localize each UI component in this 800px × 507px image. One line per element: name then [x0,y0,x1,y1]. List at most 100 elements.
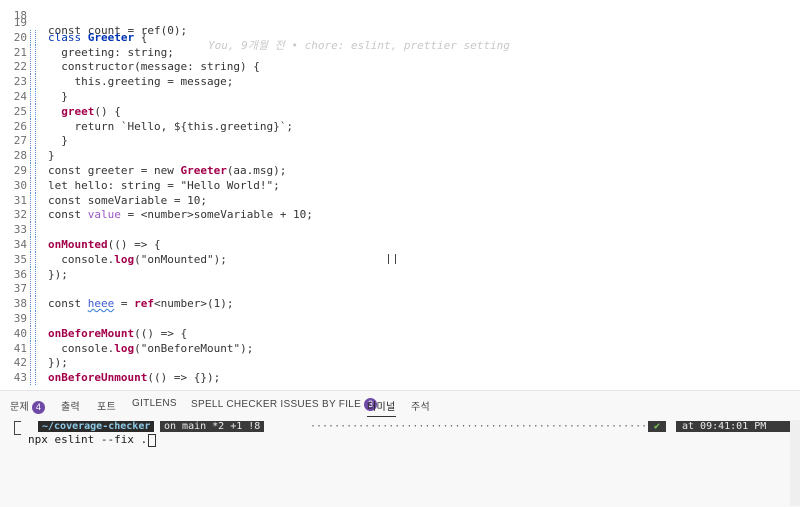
editor-line: 34 onMounted(() => { [0,237,800,252]
code-text: greeting: string; [48,45,174,60]
line-number: 30 [13,178,27,192]
code-token: } [48,149,55,163]
git-change-marker [30,296,36,312]
code-token: greeting: string; [48,45,174,59]
line-number: 42 [13,356,27,370]
code-token: log [114,252,135,266]
code-token: const [48,297,88,311]
code-token: constructor(message: string) { [48,60,260,74]
code-token: ("onMounted"); [134,252,227,266]
git-change-marker [30,44,36,60]
line-number: 28 [13,149,27,163]
code-token: } [48,90,68,103]
terminal-command[interactable]: npx eslint --fix . [28,433,157,447]
panel-tab[interactable]: 터미널 [367,398,396,417]
count-badge: 4 [32,400,45,414]
code-token: <number>(1); [154,297,234,311]
editor-line: 35 console.log("onMounted"); [0,251,800,267]
line-number: 26 [13,119,27,133]
editor-line: 30 let hello: string = "Hello World!"; [0,177,800,193]
code-token: (() => {}); [147,371,221,385]
editor-line: 29 const greeter = new Greeter(aa.msg); [0,163,800,178]
terminal[interactable]: ~/coverage-checker on main *2 +1 !8 ····… [0,419,800,507]
git-change-marker [30,311,36,326]
line-number: 33 [13,223,27,237]
panel-tab-label: 포트 [97,402,116,413]
editor-line: 21 greeting: string; [0,44,800,60]
code-text: onMounted(() => { [48,237,161,252]
code-token: greet [61,104,95,118]
line-number: 40 [13,326,27,340]
panel-tab[interactable]: 문제 4 [10,398,45,414]
git-change-marker [30,29,36,45]
code-token: = [114,297,135,311]
code-text: const greeter = new Greeter(aa.msg); [48,163,286,178]
panel-tab-label: 터미널 [367,402,396,413]
code-text: const heee = ref<number>(1); [48,296,233,311]
line-number: 37 [13,282,27,296]
terminal-scrollbar[interactable] [790,420,800,506]
line-number: 27 [13,134,27,148]
code-editor[interactable]: 18 const count = ref(0); You, 9개월 전 • ch… [0,0,800,390]
git-change-marker [30,222,36,238]
git-change-marker [30,266,36,282]
code-token: console. [48,341,115,355]
code-token: let hello: string = "Hello World!"; [48,178,280,192]
git-change-marker [30,163,36,178]
panel-tab-label: 주석 [411,402,430,413]
panel-tab[interactable]: 출력 [61,398,80,413]
code-text: onBeforeUnmount(() => {}); [48,370,220,385]
code-token: () { [94,104,121,118]
line-number: 25 [13,104,27,118]
terminal-prompt: ~/coverage-checker on main *2 +1 !8 ····… [28,421,794,432]
panel-tab[interactable]: 주석 [411,398,430,413]
git-change-marker [30,59,36,75]
panel-tab-label: 출력 [61,402,80,413]
editor-line: 23 this.greeting = message; [0,74,800,90]
panel-tab[interactable]: 포트 [97,398,116,413]
line-number: 43 [13,371,27,385]
git-change-marker [30,281,36,297]
line-number: 29 [13,164,27,177]
editor-line: 25 greet() { [0,103,800,119]
code-text: } [48,148,55,163]
code-text: constructor(message: string) { [48,59,260,74]
code-text: }); [48,267,68,282]
code-text: console.log("onBeforeMount"); [48,341,253,356]
editor-line: 20 class Greeter { [0,29,800,45]
editor-line: 37 [0,281,800,297]
code-token: Greeter [87,30,135,44]
code-token: onBeforeMount [48,326,135,340]
bottom-panel: 문제 4 출력 포트 GITLENS SPELL CHECKER ISSUES BY FI… [0,390,800,507]
line-number: 23 [13,75,27,89]
line-number: 32 [13,208,27,222]
code-token: this.greeting = message; [48,75,234,89]
line-number: 22 [13,60,27,74]
line-number: 41 [13,341,27,355]
editor-line: 24 } [0,89,800,104]
line-number: 34 [13,238,27,251]
code-token: (() => { [107,238,161,251]
line-number: 20 [13,30,27,44]
editor-line: 31 const someVariable = 10; [0,192,800,208]
code-token: Greeter [180,164,227,177]
panel-tab[interactable]: GITLENS [132,398,177,409]
git-change-marker [30,177,36,193]
code-text: let hello: string = "Hello World!"; [48,178,280,193]
editor-line: 42}); [0,355,800,371]
code-text: } [48,133,68,148]
code-token: onBeforeUnmount [48,371,148,385]
code-text: onBeforeMount(() => { [48,326,187,341]
git-change-marker [30,237,36,252]
code-token: } [48,134,68,148]
editor-line: 28} [0,148,800,164]
code-text: const someVariable = 10; [48,193,207,208]
line-number: 38 [13,297,27,311]
git-change-marker [30,89,36,104]
editor-line-partial: 18 const count = ref(0); You, 9개월 전 • ch… [0,0,800,52]
panel-tab[interactable]: SPELL CHECKER ISSUES BY FILE 3 [191,398,378,411]
code-token: ("onBeforeMount"); [134,341,254,355]
code-token: const someVariable = 10; [48,193,207,207]
prompt-branch: on main *2 +1 !8 [160,421,265,432]
git-change-marker [30,355,36,371]
